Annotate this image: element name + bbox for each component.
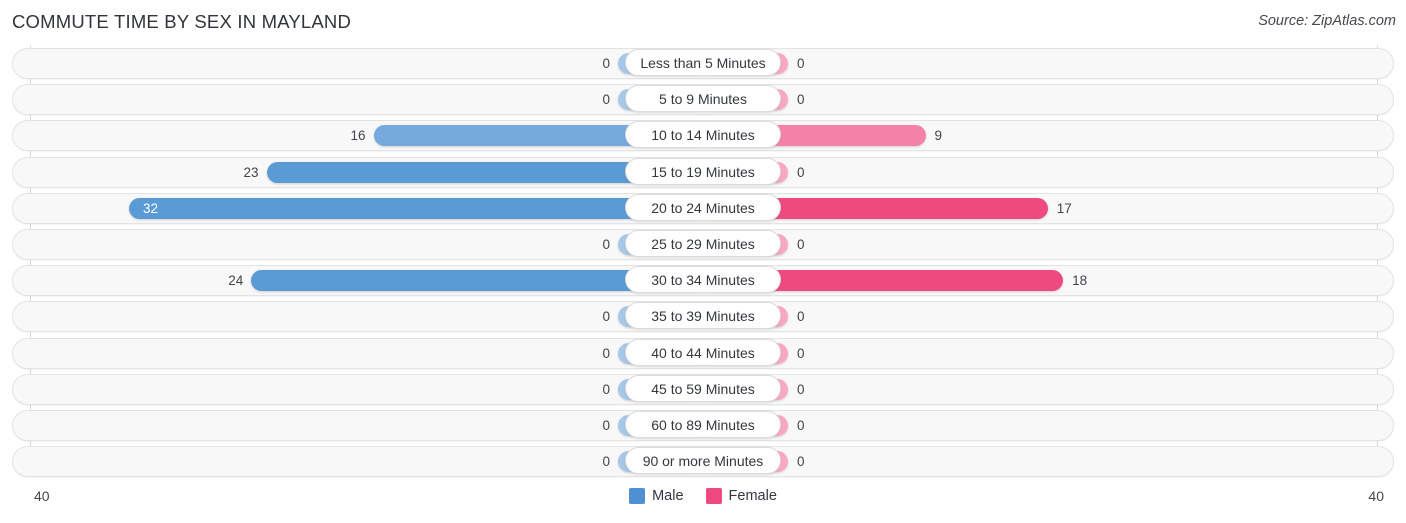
chart-row: 32 17 20 to 24 Minutes: [0, 191, 1406, 227]
chart-legend: Male Female: [0, 488, 1406, 504]
source-attribution: Source: ZipAtlas.com: [1258, 13, 1396, 29]
legend-swatch-icon: [705, 488, 722, 504]
value-label-female: 0: [797, 92, 805, 108]
category-label-pill: 45 to 59 Minutes: [625, 374, 781, 402]
value-label-female: 0: [797, 236, 805, 252]
category-label-pill: 30 to 34 Minutes: [625, 266, 781, 294]
bar-rows: 0 0 Less than 5 Minutes 0 0 5 to 9 Minutes 16 9…: [0, 46, 1406, 480]
value-label-male: 0: [602, 345, 610, 361]
value-label-female: 0: [797, 417, 805, 433]
value-label-male: 0: [602, 454, 610, 470]
page-title: COMMUTE TIME BY SEX IN MAYLAND: [12, 11, 352, 32]
bar-male: [129, 197, 703, 219]
value-label-female: 18: [1072, 273, 1088, 289]
value-label-female: 0: [797, 454, 805, 470]
value-label-male: 0: [602, 309, 610, 325]
legend-item-male[interactable]: Male: [629, 488, 684, 504]
value-label-female: 17: [1056, 200, 1072, 216]
chart-footer: 40 40 Male Female: [0, 483, 1406, 523]
chart-row: 16 9 10 to 14 Minutes: [0, 118, 1406, 154]
chart-root: COMMUTE TIME BY SEX IN MAYLAND Source: Z…: [0, 0, 1406, 523]
value-label-male: 0: [602, 92, 610, 108]
category-label-pill: 20 to 24 Minutes: [625, 193, 781, 221]
chart-row: 24 18 30 to 34 Minutes: [0, 263, 1406, 299]
value-label-male: 16: [350, 128, 366, 144]
value-label-male: 23: [243, 164, 259, 180]
value-label-female: 0: [797, 56, 805, 71]
chart-row: 23 0 15 to 19 Minutes: [0, 155, 1406, 191]
value-label-female: 0: [797, 309, 805, 325]
category-label-pill: Less than 5 Minutes: [625, 49, 781, 76]
chart-header: COMMUTE TIME BY SEX IN MAYLAND Source: Z…: [0, 0, 1406, 46]
category-label-pill: 25 to 29 Minutes: [625, 229, 781, 257]
chart-row: 0 0 45 to 59 Minutes: [0, 372, 1406, 408]
category-label-pill: 5 to 9 Minutes: [625, 85, 781, 113]
category-label-pill: 60 to 89 Minutes: [625, 410, 781, 438]
value-label-male: 0: [602, 56, 610, 71]
category-label-pill: 90 or more Minutes: [625, 447, 781, 475]
chart-row: 0 0 60 to 89 Minutes: [0, 408, 1406, 444]
category-label-pill: 35 to 39 Minutes: [625, 302, 781, 330]
chart-row: 0 0 40 to 44 Minutes: [0, 336, 1406, 372]
value-label-male: 32: [143, 200, 159, 216]
chart-row: 0 0 25 to 29 Minutes: [0, 227, 1406, 263]
legend-label: Female: [728, 488, 777, 504]
legend-label: Male: [652, 488, 684, 504]
legend-item-female[interactable]: Female: [705, 488, 777, 504]
value-label-male: 24: [228, 273, 244, 289]
chart-row: 0 0 35 to 39 Minutes: [0, 299, 1406, 335]
chart-row: 0 0 5 to 9 Minutes: [0, 82, 1406, 118]
value-label-female: 0: [797, 381, 805, 397]
legend-swatch-icon: [629, 488, 646, 504]
category-label-pill: 40 to 44 Minutes: [625, 338, 781, 366]
category-label-pill: 15 to 19 Minutes: [625, 157, 781, 185]
category-label-pill: 10 to 14 Minutes: [625, 121, 781, 149]
chart-row: 0 0 Less than 5 Minutes: [0, 46, 1406, 82]
chart-row: 0 0 90 or more Minutes: [0, 444, 1406, 480]
value-label-male: 0: [602, 381, 610, 397]
value-label-female: 0: [797, 164, 805, 180]
plot-area: 0 0 Less than 5 Minutes 0 0 5 to 9 Minutes 16 9…: [0, 46, 1406, 483]
value-label-female: 0: [797, 345, 805, 361]
value-label-male: 0: [602, 236, 610, 252]
value-label-female: 9: [934, 128, 943, 144]
value-label-male: 0: [602, 417, 610, 433]
